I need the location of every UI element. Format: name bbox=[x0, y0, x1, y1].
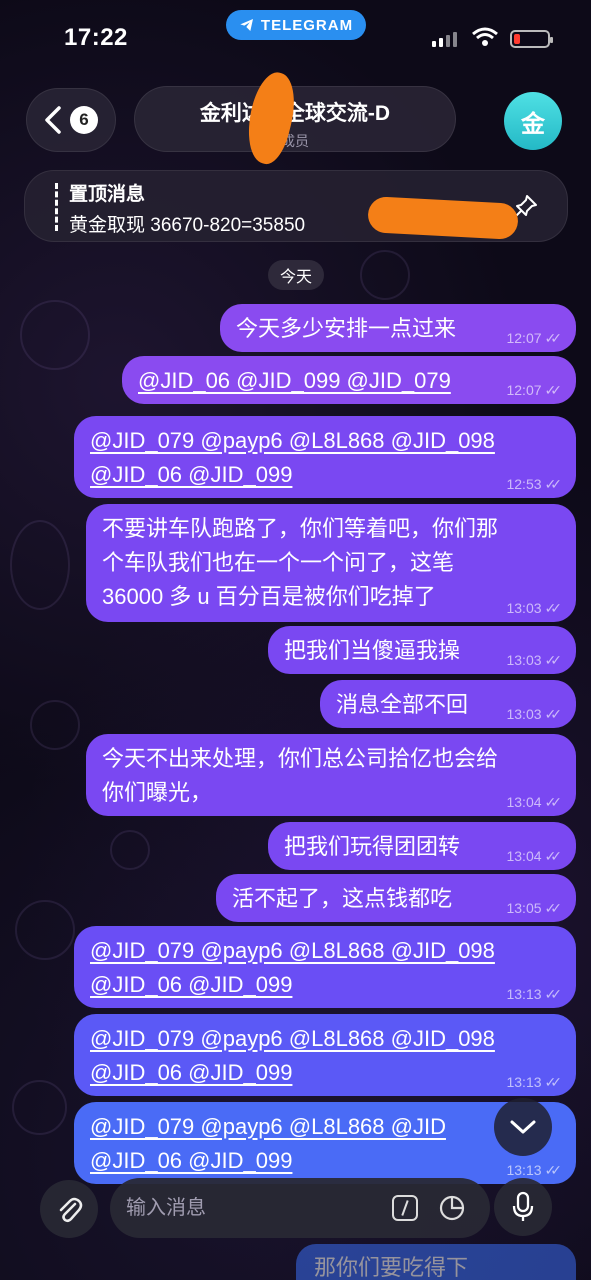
double-check-icon: ✓✓ bbox=[544, 476, 563, 492]
double-check-icon: ✓✓ bbox=[544, 382, 563, 398]
pinned-indicator bbox=[55, 183, 58, 231]
chat-subtitle: 成员 bbox=[281, 133, 309, 149]
double-check-icon: ✓✓ bbox=[544, 330, 563, 346]
message-time: 13:03 bbox=[506, 706, 542, 722]
message-text-line: @JID_06 @JID_099 bbox=[90, 972, 293, 997]
outgoing-message[interactable]: 把我们玩得团团转 13:04 ✓✓ bbox=[268, 822, 576, 870]
outgoing-message[interactable]: @JID_079 @payp6 @L8L868 @JID_098 @JID_06… bbox=[74, 1014, 576, 1096]
double-check-icon: ✓✓ bbox=[544, 706, 563, 722]
double-check-icon: ✓✓ bbox=[544, 1074, 563, 1090]
message-text-line: 今天不出来处理，你们总公司拾亿也会给 bbox=[102, 746, 499, 771]
outgoing-message[interactable]: 今天多少安排一点过来 12:07 ✓✓ bbox=[220, 304, 576, 352]
outgoing-message[interactable]: 今天不出来处理，你们总公司拾亿也会给 你们曝光， 13:04 ✓✓ bbox=[86, 734, 576, 816]
status-time: 17:22 bbox=[64, 24, 128, 51]
message-text-line: @JID_06 @JID_099 bbox=[90, 462, 293, 487]
outgoing-message[interactable]: @JID_079 @payp6 @L8L868 @JID_098 @JID_06… bbox=[74, 416, 576, 498]
message-text: 那你们要吃得下 bbox=[314, 1255, 469, 1280]
scroll-to-bottom-button[interactable] bbox=[494, 1098, 552, 1156]
unread-count-badge: 6 bbox=[70, 106, 98, 134]
double-check-icon: ✓✓ bbox=[544, 652, 563, 668]
message-text-line: @JID_06 @JID_099 bbox=[90, 1060, 293, 1085]
message-text-line: @JID_06 @JID_099 bbox=[90, 1148, 293, 1173]
double-check-icon: ✓✓ bbox=[544, 900, 563, 916]
voice-record-button[interactable] bbox=[494, 1178, 552, 1236]
outgoing-message[interactable]: @JID_06 @JID_099 @JID_079 12:07 ✓✓ bbox=[122, 356, 576, 404]
message-time: 13:04 bbox=[506, 848, 542, 864]
signal-icon bbox=[432, 32, 457, 47]
message-time: 13:04 bbox=[506, 794, 542, 810]
date-separator: 今天 bbox=[268, 260, 324, 290]
telegram-pill[interactable]: TELEGRAM bbox=[226, 10, 366, 40]
doodle-shape bbox=[30, 700, 80, 750]
double-check-icon: ✓✓ bbox=[544, 600, 563, 616]
message-text-line: 不要讲车队跑路了，你们等着吧，你们那 bbox=[102, 516, 499, 541]
slash-command-icon[interactable] bbox=[392, 1195, 418, 1221]
telegram-plane-icon bbox=[240, 19, 253, 31]
message-time: 12:07 bbox=[506, 330, 542, 346]
message-time: 13:05 bbox=[506, 900, 542, 916]
message-text-line: @JID_079 @payp6 @L8L868 @JID_098 bbox=[90, 1026, 495, 1051]
double-check-icon: ✓✓ bbox=[544, 986, 563, 1002]
outgoing-message[interactable]: 消息全部不回 13:03 ✓✓ bbox=[320, 680, 576, 728]
chat-title: 金利达& 全球交流-D bbox=[199, 102, 391, 125]
message-time: 12:53 bbox=[506, 476, 542, 492]
telegram-pill-label: TELEGRAM bbox=[260, 16, 354, 34]
doodle-shape bbox=[360, 250, 410, 300]
status-bar: 17:22 TELEGRAM bbox=[0, 0, 591, 70]
message-time: 13:13 bbox=[506, 1162, 542, 1178]
microphone-icon bbox=[512, 1191, 534, 1221]
attach-button[interactable] bbox=[40, 1180, 98, 1238]
doodle-shape bbox=[15, 900, 75, 960]
message-time: 13:03 bbox=[506, 600, 542, 616]
message-text-line: 36000 多 u 百分百是被你们吃掉了 bbox=[102, 584, 436, 609]
message-preview-peek: 那你们要吃得下 bbox=[296, 1244, 576, 1280]
outgoing-message[interactable]: 把我们当傻逼我操 13:03 ✓✓ bbox=[268, 626, 576, 674]
doodle-shape bbox=[110, 830, 150, 870]
message-time: 13:13 bbox=[506, 986, 542, 1002]
back-button[interactable]: 6 bbox=[26, 88, 116, 152]
double-check-icon: ✓✓ bbox=[544, 794, 563, 810]
message-time: 13:13 bbox=[506, 1074, 542, 1090]
doodle-shape bbox=[20, 300, 90, 370]
chat-title-button[interactable]: 金利达& 全球交流-D 成员 bbox=[134, 86, 456, 152]
wifi-icon bbox=[472, 27, 498, 46]
message-text: @JID_06 @JID_099 @JID_079 bbox=[138, 368, 451, 393]
message-text-line: @JID_079 @payp6 @L8L868 @JID_098 bbox=[90, 938, 495, 963]
message-text-line: @JID_079 @payp6 @L8L868 @JID bbox=[90, 1114, 446, 1139]
group-avatar[interactable]: 金 bbox=[504, 92, 562, 150]
battery-icon bbox=[510, 30, 553, 48]
message-text-line: 你们曝光， bbox=[102, 780, 213, 805]
message-composer bbox=[110, 1178, 490, 1238]
paperclip-icon bbox=[59, 1197, 83, 1223]
message-time: 12:07 bbox=[506, 382, 542, 398]
message-input[interactable] bbox=[126, 1192, 376, 1224]
outgoing-message[interactable]: 活不起了，这点钱都吃 13:05 ✓✓ bbox=[216, 874, 576, 922]
outgoing-message[interactable]: 不要讲车队跑路了，你们等着吧，你们那 个车队我们也在一个一个问了，这笔 3600… bbox=[86, 504, 576, 622]
message-time: 13:03 bbox=[506, 652, 542, 668]
sticker-icon[interactable] bbox=[438, 1194, 466, 1222]
double-check-icon: ✓✓ bbox=[544, 1162, 563, 1178]
message-text-line: @JID_079 @payp6 @L8L868 @JID_098 bbox=[90, 428, 495, 453]
outgoing-message[interactable]: @JID_079 @payp6 @L8L868 @JID_098 @JID_06… bbox=[74, 926, 576, 1008]
message-text-line: 个车队我们也在一个一个问了，这笔 bbox=[102, 550, 455, 575]
doodle-shape bbox=[10, 520, 70, 610]
chevron-left-icon bbox=[45, 106, 61, 134]
chevron-down-icon bbox=[510, 1120, 536, 1134]
double-check-icon: ✓✓ bbox=[544, 848, 563, 864]
doodle-shape bbox=[12, 1080, 67, 1135]
